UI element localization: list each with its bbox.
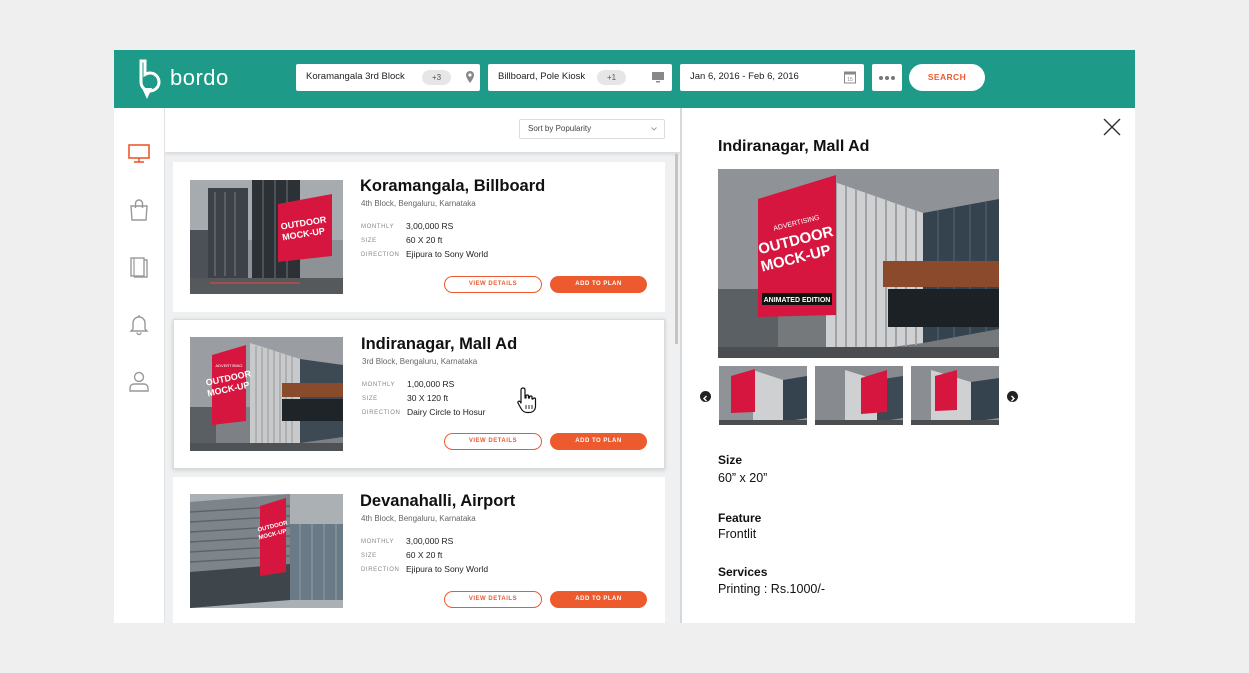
monthly-label: MONTHLY [361, 539, 395, 545]
list-toolbar: Sort by Popularity [165, 108, 680, 152]
location-pin-icon [466, 71, 474, 83]
size-label: Size [718, 453, 743, 467]
feature-label: Feature [718, 511, 762, 525]
media-type-extra-count[interactable]: +1 [597, 70, 627, 85]
date-range-value: Jan 6, 2016 - Feb 6, 2016 [690, 71, 799, 82]
direction-label: DIRECTION [361, 567, 400, 573]
direction-label: DIRECTION [361, 252, 400, 258]
detail-title: Indiranagar, Mall Ad [718, 138, 870, 155]
sidebar [114, 108, 165, 623]
more-options-button[interactable] [872, 64, 902, 91]
listing-address: 3rd Block, Bengaluru, Karnataka [362, 357, 478, 366]
media-type-value: Billboard, Pole Kiosk [498, 71, 586, 82]
monthly-value: 3,00,000 RS [406, 536, 454, 546]
listing-card[interactable]: ADVERTISING OUTDOOR MOCK-UP Indiranagar,… [173, 319, 665, 469]
gallery-thumbnail[interactable] [911, 366, 999, 425]
listing-title[interactable]: Indiranagar, Mall Ad [361, 335, 517, 354]
location-value: Koramangala 3rd Block [306, 71, 405, 82]
monthly-value: 3,00,000 RS [406, 221, 454, 231]
services-label: Services [718, 565, 768, 579]
size-label: SIZE [362, 396, 378, 402]
logo-text: bordo [170, 65, 229, 90]
size-value: 60 X 20 ft [406, 550, 443, 560]
add-to-plan-button[interactable]: ADD TO PLAN [550, 433, 647, 450]
listing-card[interactable]: OUTDOOR MOCK-UP Devanahalli, Airport 4th… [173, 477, 665, 623]
detail-panel: Indiranagar, Mall Ad ADVERTISING OUTDOOR… [682, 108, 1135, 623]
carousel-next-button[interactable] [1007, 391, 1018, 402]
add-to-plan-button[interactable]: ADD TO PLAN [550, 591, 647, 608]
view-details-button[interactable]: VIEW DETAILS [444, 276, 542, 293]
top-bar: bordo Koramangala 3rd Block +3 Billboard… [114, 50, 1135, 108]
monthly-label: MONTHLY [361, 224, 395, 230]
results-list-panel: Sort by Popularity OUTDOOR MOCK-UP Koram… [165, 108, 680, 623]
view-details-button[interactable]: VIEW DETAILS [444, 433, 542, 450]
location-field[interactable]: Koramangala 3rd Block +3 [296, 64, 480, 91]
list-scrollbar[interactable] [675, 154, 678, 344]
direction-label: DIRECTION [362, 410, 401, 416]
listing-card[interactable]: OUTDOOR MOCK-UP Koramangala, Billboard 4… [173, 162, 665, 312]
dot-icon [885, 76, 889, 80]
chevron-right-icon [1011, 395, 1015, 402]
monitor-icon[interactable] [127, 141, 151, 165]
calendar-icon[interactable]: 15 [843, 70, 857, 84]
direction-value: Ejipura to Sony World [406, 564, 489, 574]
listing-title[interactable]: Devanahalli, Airport [360, 492, 515, 511]
monthly-label: MONTHLY [362, 382, 396, 388]
close-icon[interactable] [1103, 118, 1121, 136]
dot-icon [891, 76, 895, 80]
services-value: Printing : Rs.1000/- [718, 582, 825, 596]
bell-icon[interactable] [127, 312, 151, 336]
listing-address: 4th Block, Bengaluru, Karnataka [361, 199, 476, 208]
listing-thumbnail[interactable]: ADVERTISING OUTDOOR MOCK-UP [190, 337, 343, 451]
logo-pin-icon [139, 59, 161, 99]
hand-cursor-icon [517, 387, 537, 414]
gallery-thumbnail[interactable] [815, 366, 903, 425]
monitor-icon [652, 72, 664, 83]
direction-value: Ejipura to Sony World [406, 249, 489, 259]
logo[interactable]: bordo [132, 58, 242, 100]
size-value: 60” x 20” [718, 471, 768, 485]
chevron-left-icon [703, 395, 707, 402]
book-icon[interactable] [127, 255, 151, 279]
detail-main-image: ADVERTISING OUTDOOR MOCK-UP ANIMATED EDI… [718, 169, 999, 358]
sort-dropdown[interactable]: Sort by Popularity [519, 119, 665, 139]
size-label: SIZE [361, 553, 377, 559]
svg-text:ANIMATED EDITION: ANIMATED EDITION [764, 297, 831, 304]
feature-value: Frontlit [718, 527, 757, 541]
user-icon[interactable] [127, 369, 151, 393]
svg-text:15: 15 [847, 77, 853, 83]
listing-title[interactable]: Koramangala, Billboard [360, 177, 545, 196]
gallery-thumbnail[interactable] [719, 366, 807, 425]
monthly-value: 1,00,000 RS [407, 379, 455, 389]
listing-thumbnail[interactable]: OUTDOOR MOCK-UP [190, 494, 343, 608]
media-type-field[interactable]: Billboard, Pole Kiosk +1 [488, 64, 672, 91]
size-value: 60 X 20 ft [406, 235, 443, 245]
size-value: 30 X 120 ft [407, 393, 449, 403]
add-to-plan-button[interactable]: ADD TO PLAN [550, 276, 647, 293]
shopping-bag-icon[interactable] [127, 198, 151, 222]
location-extra-count[interactable]: +3 [422, 70, 452, 85]
listing-address: 4th Block, Bengaluru, Karnataka [361, 514, 476, 523]
chevron-down-icon [651, 127, 657, 131]
sort-label: Sort by Popularity [528, 124, 592, 133]
app-window: bordo Koramangala 3rd Block +3 Billboard… [114, 50, 1135, 623]
direction-value: Dairy Circle to Hosur [407, 407, 486, 417]
listing-thumbnail[interactable]: OUTDOOR MOCK-UP [190, 180, 343, 294]
svg-text:ADVERTISING: ADVERTISING [215, 363, 242, 368]
carousel-prev-button[interactable] [700, 391, 711, 402]
dot-icon [879, 76, 883, 80]
search-button[interactable]: SEARCH [909, 64, 985, 91]
view-details-button[interactable]: VIEW DETAILS [444, 591, 542, 608]
date-range-field[interactable]: Jan 6, 2016 - Feb 6, 2016 15 [680, 64, 864, 91]
size-label: SIZE [361, 238, 377, 244]
